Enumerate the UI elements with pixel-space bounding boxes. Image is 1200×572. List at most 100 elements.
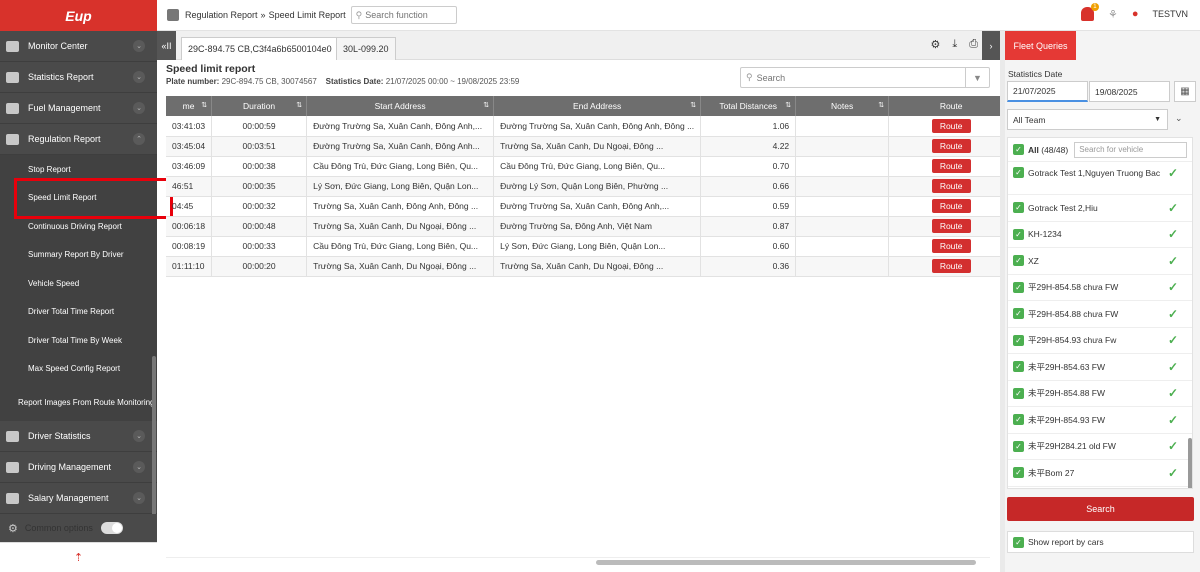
checkbox-icon[interactable]: ✓ xyxy=(1013,308,1024,320)
calendar-icon[interactable]: ▦ xyxy=(1174,81,1196,102)
cell-notes xyxy=(795,216,890,237)
show-report-by-cars[interactable]: ✓ Show report by cars xyxy=(1007,531,1194,553)
tab-vehicle-2[interactable]: 30L-099.20 xyxy=(336,37,396,60)
download-icon[interactable]: ⤓ xyxy=(952,38,957,51)
vehicle-item[interactable]: ✓ 未平29H284.21 old FW ✓ xyxy=(1008,434,1192,460)
checkbox-icon[interactable]: ✓ xyxy=(1013,144,1024,155)
checkbox-icon[interactable]: ✓ xyxy=(1013,387,1024,399)
route-button[interactable]: Route xyxy=(931,219,971,233)
fleet-queries-tab[interactable]: Fleet Queries xyxy=(1005,31,1076,60)
breadcrumb-section[interactable]: Regulation Report xyxy=(185,10,258,20)
cell-time: 00:08:19 xyxy=(166,236,213,257)
vehicle-item[interactable]: ✓ 平29H-854.58 chưa FW ✓ xyxy=(1008,275,1192,301)
report-search[interactable]: ⚲ ▼ xyxy=(740,67,990,88)
checkbox-icon[interactable]: ✓ xyxy=(1013,255,1024,267)
col-end-address[interactable]: End Address ⇅ xyxy=(493,96,702,116)
col-time[interactable]: me ⇅ xyxy=(166,96,213,116)
sidebar-item-regulation-report[interactable]: Regulation Report ⌃ xyxy=(0,124,157,155)
vehicle-search-input[interactable]: Search for vehicle xyxy=(1074,141,1188,158)
col-duration[interactable]: Duration ⇅ xyxy=(211,96,308,116)
scrollbar-thumb[interactable] xyxy=(596,560,976,565)
check-icon: ✓ xyxy=(1167,166,1178,180)
function-search-input[interactable] xyxy=(365,10,446,20)
sidebar-item-label: Driver Statistics xyxy=(28,431,91,441)
cell-route: Route xyxy=(888,156,1015,177)
sidebar-item-salary-management[interactable]: Salary Management ⌄ xyxy=(0,483,157,514)
sort-icon: ⇅ xyxy=(785,102,792,109)
route-button[interactable]: Route xyxy=(931,139,971,153)
filter-icon[interactable]: ▼ xyxy=(965,68,989,87)
horizontal-scrollbar[interactable] xyxy=(166,557,990,566)
expand-panel-icon[interactable]: › xyxy=(982,31,1000,60)
select-all-row[interactable]: ✓ All (48/48) Search for vehicle xyxy=(1008,138,1192,162)
vehicle-item[interactable]: ✓ XZ ✓ xyxy=(1008,248,1192,275)
settings-icon[interactable]: ⚙ xyxy=(930,38,940,51)
vehicle-item[interactable]: ✓ 未平29H-854.93 FW ✓ xyxy=(1008,407,1192,434)
vehicle-list-scrollbar[interactable] xyxy=(1188,438,1192,488)
report-search-input[interactable] xyxy=(756,72,947,83)
submenu-driver-total-time-by-week[interactable]: Driver Total Time By Week xyxy=(0,326,157,355)
vehicle-label: 未平Bom 27 xyxy=(1028,467,1075,478)
checkbox-icon[interactable]: ✓ xyxy=(1013,334,1024,346)
user-avatar-icon[interactable]: ● xyxy=(1132,8,1139,20)
function-search[interactable]: ⚲ xyxy=(350,6,457,24)
sidebar-item-statistics-report[interactable]: Statistics Report ⌄ xyxy=(0,62,157,93)
submenu-max-speed-config-report[interactable]: Max Speed Config Report xyxy=(0,354,157,383)
submenu-report-images-route-monitoring[interactable]: Report Images From Route Monitoring xyxy=(0,383,157,421)
vehicle-item[interactable]: ✓ 平29H-854.88 chưa FW ✓ xyxy=(1008,301,1192,328)
route-button[interactable]: Route xyxy=(931,159,971,173)
checkbox-icon[interactable]: ✓ xyxy=(1013,440,1024,452)
submenu-vehicle-speed[interactable]: Vehicle Speed xyxy=(0,269,157,298)
scroll-top-icon[interactable]: ⇡ xyxy=(0,542,157,572)
col-start-address[interactable]: Start Address ⇅ xyxy=(306,96,495,116)
sidebar-item-driving-management[interactable]: Driving Management ⌄ xyxy=(0,452,157,483)
sidebar-item-driver-statistics[interactable]: Driver Statistics ⌄ xyxy=(0,421,157,452)
user-name[interactable]: TESTVN xyxy=(1152,9,1188,19)
tab-vehicle-1[interactable]: 29C-894.75 CB,C3f4a6b6500104e0 xyxy=(181,37,339,60)
vehicle-item[interactable]: ✓ 平29H-854.93 chưa Fw ✓ xyxy=(1008,328,1192,354)
vehicle-item[interactable]: ✓ 未平29H-854.63 FW ✓ xyxy=(1008,354,1192,381)
search-icon: ⚲ xyxy=(355,9,363,20)
vehicle-item[interactable]: ✓ 未平29H-854.88 FW ✓ xyxy=(1008,381,1192,407)
route-button[interactable]: Route xyxy=(931,239,971,253)
submenu-summary-report-by-driver[interactable]: Summary Report By Driver xyxy=(0,240,157,269)
vehicle-item[interactable]: ✓ 未平Bom 27 ✓ xyxy=(1008,460,1192,487)
sidebar-item-fuel-management[interactable]: Fuel Management ⌄ xyxy=(0,93,157,124)
checkbox-icon[interactable]: ✓ xyxy=(1013,361,1024,373)
submenu-driver-total-time-report[interactable]: Driver Total Time Report xyxy=(0,297,157,326)
route-button[interactable]: Route xyxy=(931,179,971,193)
collapse-panel-icon[interactable]: «II xyxy=(157,31,176,60)
table-row: 03:46:09 00:00:38 Cầu Đông Trù, Đức Giang,… xyxy=(166,156,1015,177)
checkbox-icon[interactable]: ✓ xyxy=(1013,281,1024,293)
bell-icon[interactable]: 1 xyxy=(1080,3,1099,21)
check-icon: ✓ xyxy=(1167,465,1178,480)
checkbox-icon[interactable]: ✓ xyxy=(1013,467,1024,479)
checkbox-icon[interactable]: ✓ xyxy=(1013,536,1024,548)
checkbox-icon[interactable]: ✓ xyxy=(1013,202,1024,214)
vehicle-item[interactable]: ✓ KH-1234 ✓ xyxy=(1008,222,1192,248)
route-button[interactable]: Route xyxy=(931,118,971,133)
checkbox-icon[interactable]: ✓ xyxy=(1013,228,1024,240)
cell-start: Cầu Đông Trù, Đức Giang, Long Biên, Qu..… xyxy=(306,156,495,177)
date-to-field[interactable]: 19/08/2025 xyxy=(1089,81,1170,102)
col-route: Route xyxy=(888,96,1015,116)
team-select[interactable]: All Team ▼ xyxy=(1007,109,1168,130)
common-options-toggle[interactable] xyxy=(100,522,123,534)
app-logo[interactable]: Eup xyxy=(0,0,157,31)
route-button[interactable]: Route xyxy=(931,199,971,213)
sidebar-item-monitor-center[interactable]: Monitor Center ⌄ xyxy=(0,31,157,62)
vehicle-item[interactable]: ✓ Gotrack Test 1,Nguyen Truong Bac ✓ xyxy=(1008,162,1192,195)
search-button[interactable]: Search xyxy=(1007,497,1194,521)
vehicle-item[interactable]: ✓ Gotrack Test 2,Hiu ✓ xyxy=(1008,195,1192,222)
briefcase-icon xyxy=(6,461,19,473)
cell-end: Đường Lý Sơn, Quận Long Biên, Phường ... xyxy=(493,176,702,197)
route-button[interactable]: Route xyxy=(931,259,971,273)
print-icon[interactable]: ⎙ xyxy=(969,38,978,51)
network-icon[interactable]: ⚘ xyxy=(1108,8,1118,21)
col-notes[interactable]: Notes ⇅ xyxy=(795,96,890,116)
col-total-distances[interactable]: Total Distances ⇅ xyxy=(700,96,797,116)
checkbox-icon[interactable]: ✓ xyxy=(1013,414,1024,426)
date-from-field[interactable]: 21/07/2025 xyxy=(1007,81,1088,102)
collapse-chevron-icon[interactable]: ⌄ xyxy=(1175,113,1183,124)
checkbox-icon[interactable]: ✓ xyxy=(1013,167,1024,178)
